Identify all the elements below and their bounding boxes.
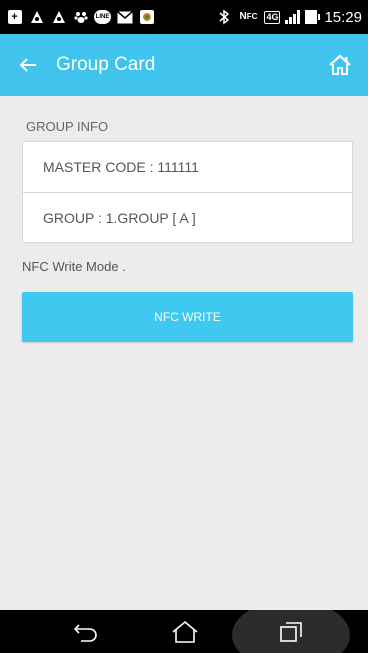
- page-title: Group Card: [56, 54, 156, 75]
- nav-back-button[interactable]: [46, 610, 126, 653]
- bluetooth-icon: [215, 9, 232, 26]
- nav-recent-apps-button[interactable]: [251, 610, 331, 653]
- home-icon: [329, 54, 351, 75]
- game-app-icon-2: [50, 9, 67, 26]
- nfc-write-button[interactable]: NFC WRITE: [22, 292, 353, 342]
- section-label: GROUP INFO: [26, 119, 109, 134]
- camera-app-icon: [138, 9, 155, 26]
- navigation-bar: [0, 610, 368, 653]
- clock: 15:29: [324, 8, 362, 26]
- paw-icon: [72, 9, 89, 26]
- game-app-icon: [28, 9, 45, 26]
- signal-strength-icon: [285, 10, 301, 24]
- system-icons: N FC 4G 15:29: [215, 9, 362, 26]
- status-bar: + LINE N FC 4G 15:29: [0, 0, 368, 34]
- arrow-left-icon: [19, 58, 36, 72]
- back-button[interactable]: [4, 34, 52, 96]
- nav-home-button[interactable]: [145, 610, 225, 653]
- app-bar: Group Card: [0, 34, 368, 96]
- screen: + LINE N FC 4G 15:29 Group Card GROUP IN…: [0, 0, 368, 653]
- email-icon: [116, 9, 133, 26]
- group-info-card: MASTER CODE : 111111 GROUP : 1.GROUP [ A…: [22, 141, 353, 243]
- network-type-badge: 4G: [264, 10, 281, 24]
- home-icon: [172, 620, 198, 643]
- back-icon: [73, 623, 97, 642]
- battery-icon: [305, 10, 321, 24]
- nfc-icon: N FC: [239, 11, 258, 22]
- add-box-icon: +: [6, 9, 23, 26]
- group-row: GROUP : 1.GROUP [ A ]: [23, 192, 352, 242]
- master-code-row: MASTER CODE : 111111: [43, 159, 199, 175]
- home-button[interactable]: [316, 34, 364, 96]
- notification-icons: + LINE: [6, 9, 155, 26]
- recent-apps-icon: [280, 621, 302, 642]
- line-messenger-icon: LINE: [94, 9, 111, 26]
- mode-text: NFC Write Mode .: [22, 259, 126, 274]
